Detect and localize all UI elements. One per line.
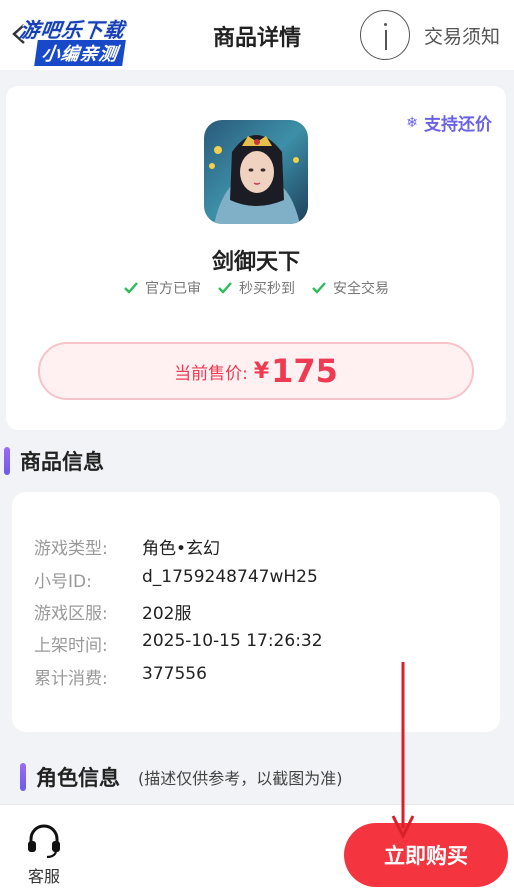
info-key: 小号ID: bbox=[34, 572, 92, 592]
game-name: 剑御天下 bbox=[211, 250, 300, 275]
badge-official: 官方已审 bbox=[123, 278, 201, 298]
game-icon bbox=[204, 120, 308, 224]
info-value: 角色•玄幻 bbox=[142, 539, 221, 559]
info-value: 377556 bbox=[142, 664, 207, 684]
info-value: 202服 bbox=[142, 604, 192, 624]
bottom-action-bar: 客服 立即购买 bbox=[0, 804, 514, 894]
service-label: 客服 bbox=[27, 867, 60, 886]
info-key: 游戏区服: bbox=[34, 604, 108, 624]
trade-notice-link[interactable]: 交易须知 bbox=[424, 22, 500, 49]
product-info-card: 游戏类型: 角色•玄幻 小号ID: d_1759248747wH25 游戏区服:… bbox=[12, 492, 500, 732]
section-title: 商品信息 bbox=[20, 450, 104, 474]
price-label: 当前售价: bbox=[174, 363, 248, 384]
bargain-label: 支持还价 bbox=[424, 115, 492, 135]
section-accent-bar bbox=[20, 763, 26, 791]
annotation-arrow bbox=[391, 662, 415, 840]
product-card: ❄ 支持还价 剑御天下 官方已审 秒买秒到 安全交易 当前售价: ¥ 175 bbox=[6, 86, 506, 430]
snowflake-icon: ❄ bbox=[406, 114, 418, 131]
badge-instant: 秒买秒到 bbox=[217, 278, 295, 298]
section-note: (描述仅供参考，以截图为准) bbox=[138, 769, 343, 788]
badge-label: 秒买秒到 bbox=[239, 281, 295, 297]
info-key: 上架时间: bbox=[34, 636, 108, 656]
buy-now-button[interactable]: 立即购买 bbox=[344, 823, 508, 887]
info-value: d_1759248747wH25 bbox=[142, 567, 318, 587]
info-row: 累计消费: 377556 bbox=[34, 664, 207, 689]
info-key: 游戏类型: bbox=[34, 539, 108, 559]
badge-label: 安全交易 bbox=[333, 281, 389, 297]
info-row: 游戏区服: 202服 bbox=[34, 599, 191, 624]
section-accent-bar bbox=[4, 447, 10, 475]
price-value: 175 bbox=[271, 352, 338, 390]
badge-label: 官方已审 bbox=[145, 281, 201, 297]
info-icon[interactable] bbox=[360, 10, 410, 60]
headset-icon bbox=[28, 824, 60, 859]
check-icon bbox=[312, 282, 326, 294]
price-currency: ¥ bbox=[253, 358, 270, 384]
info-row: 上架时间: 2025-10-15 17:26:32 bbox=[34, 631, 323, 656]
info-row: 游戏类型: 角色•玄幻 bbox=[34, 534, 220, 559]
top-header: 游吧乐下载 小编亲测 商品详情 交易须知 bbox=[0, 0, 514, 70]
info-row: 小号ID: d_1759248747wH25 bbox=[34, 567, 318, 592]
check-icon bbox=[124, 282, 138, 294]
section-title: 角色信息 bbox=[36, 766, 120, 790]
info-value: 2025-10-15 17:26:32 bbox=[142, 631, 323, 651]
customer-service-button[interactable]: 客服 bbox=[22, 821, 66, 887]
product-info-heading: 商品信息 bbox=[4, 446, 104, 476]
role-info-heading: 角色信息 (描述仅供参考，以截图为准) bbox=[20, 762, 343, 792]
check-icon bbox=[218, 282, 232, 294]
badge-safe: 安全交易 bbox=[311, 278, 389, 298]
trust-badges: 官方已审 秒买秒到 安全交易 bbox=[6, 278, 506, 298]
bargain-badge[interactable]: ❄ 支持还价 bbox=[406, 110, 492, 136]
price-box: 当前售价: ¥ 175 bbox=[38, 342, 474, 400]
info-key: 累计消费: bbox=[34, 669, 108, 689]
